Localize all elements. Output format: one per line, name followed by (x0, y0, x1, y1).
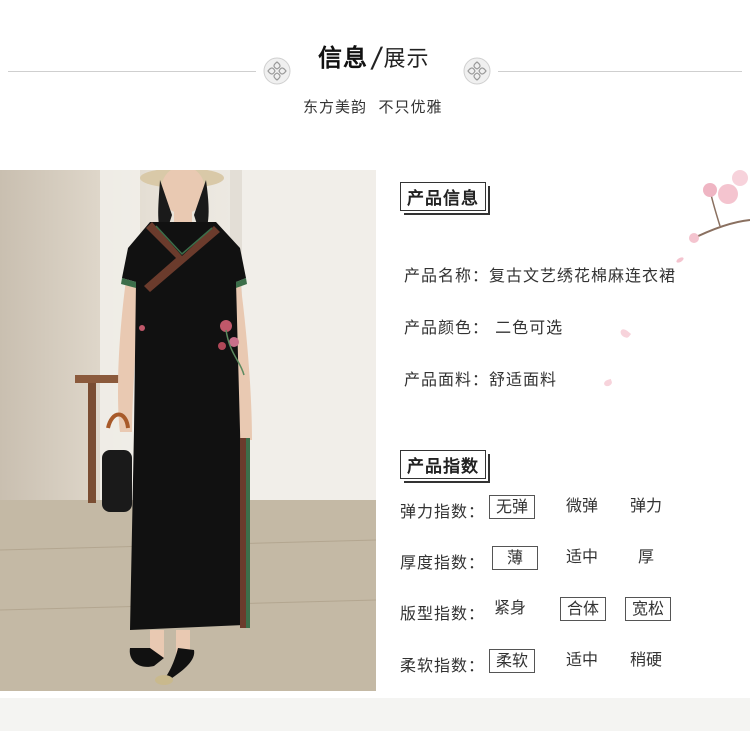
page-title: 信息 / 展示 (318, 38, 430, 74)
info-label: 产品面料： (404, 370, 490, 389)
option-selected: 薄 (492, 546, 538, 570)
option: 适中 (565, 547, 598, 566)
header-divider-left (8, 71, 256, 72)
option-selected: 柔软 (489, 649, 535, 673)
bottom-band (0, 698, 750, 731)
section-title-product-index: 产品指数 (400, 450, 490, 483)
page-subtitle: 东方美韵 不只优雅 (303, 98, 443, 116)
info-row-color: 产品颜色： 二色可选 (404, 314, 563, 338)
petal-decoration (618, 327, 632, 340)
info-label: 产品名称： (404, 266, 490, 285)
option-selected: 无弹 (489, 495, 535, 519)
option: 适中 (565, 650, 598, 669)
index-label: 厚度指数： (400, 553, 486, 572)
option: 紧身 (493, 598, 526, 617)
title-slash: / (369, 41, 384, 74)
ornament-knot-icon (263, 57, 291, 85)
option: 厚 (637, 547, 654, 566)
index-label: 弹力指数： (400, 502, 486, 521)
petal-decoration (603, 378, 613, 388)
info-value: 二色可选 (489, 318, 564, 337)
option: 弹力 (629, 496, 662, 515)
info-row-fabric: 产品面料：舒适面料 (404, 366, 557, 390)
title-bold: 信息 (318, 44, 368, 72)
index-row-softness: 柔软指数： 柔软 适中 稍硬 (400, 649, 730, 675)
index-row-fit: 版型指数： 紧身 合体 宽松 (400, 597, 730, 623)
index-label: 柔软指数： (400, 656, 486, 675)
option-selected: 合体 (560, 597, 606, 621)
ornament-knot-icon (463, 57, 491, 85)
index-row-thickness: 厚度指数： 薄 适中 厚 (400, 546, 730, 572)
index-label: 版型指数： (400, 604, 486, 623)
section-title-product-info: 产品信息 (400, 182, 490, 215)
info-row-name: 产品名称：复古文艺绣花棉麻连衣裙 (404, 262, 676, 286)
option: 稍硬 (629, 650, 662, 669)
info-value: 舒适面料 (489, 370, 558, 389)
product-photo (0, 170, 376, 691)
info-label: 产品颜色： (404, 318, 490, 337)
title-light: 展示 (383, 47, 430, 72)
info-value: 复古文艺绣花棉麻连衣裙 (489, 266, 677, 285)
option-selected: 宽松 (625, 597, 671, 621)
index-row-elasticity: 弹力指数： 无弹 微弹 弹力 (400, 495, 730, 521)
option: 微弹 (565, 496, 598, 515)
header-divider-right (498, 71, 742, 72)
